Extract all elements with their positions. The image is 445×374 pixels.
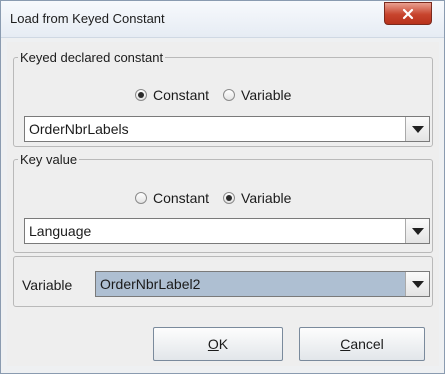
chevron-down-icon	[411, 280, 424, 288]
keyed-constant-dropdown-button[interactable]	[405, 117, 429, 141]
variable-combo-value: OrderNbrLabel2	[100, 276, 201, 292]
key-radio-row: Constant Variable	[135, 190, 305, 206]
ok-button-label: OK	[207, 336, 229, 352]
key-variable-radio-label[interactable]: Variable	[241, 190, 291, 206]
chevron-down-icon	[411, 227, 424, 235]
key-value-legend: Key value	[20, 152, 78, 167]
keyed-constant-radio[interactable]	[135, 89, 147, 101]
keyed-radio-row: Constant Variable	[135, 87, 305, 103]
window-title: Load from Keyed Constant	[10, 11, 165, 26]
variable-combo[interactable]: OrderNbrLabel2	[95, 271, 430, 297]
dialog-window: Load from Keyed Constant Keyed declared …	[0, 0, 445, 374]
keyed-variable-radio-label[interactable]: Variable	[241, 87, 291, 103]
variable-label: Variable	[22, 277, 73, 293]
key-variable-radio[interactable]	[223, 192, 236, 204]
key-value-combo-value: Language	[29, 223, 92, 239]
key-constant-radio[interactable]	[135, 192, 147, 204]
key-value-combo[interactable]: Language	[24, 218, 430, 244]
keyed-constant-combo[interactable]: OrderNbrLabels	[24, 116, 430, 142]
close-button[interactable]	[384, 2, 432, 25]
chevron-down-icon	[411, 125, 424, 133]
cancel-button-label: Cancel	[340, 336, 384, 352]
key-constant-radio-label[interactable]: Constant	[153, 190, 209, 206]
title-bar[interactable]: Load from Keyed Constant	[1, 1, 444, 38]
cancel-button[interactable]: Cancel	[299, 327, 425, 361]
keyed-constant-legend: Keyed declared constant	[20, 50, 164, 65]
close-icon	[402, 8, 414, 19]
ok-button[interactable]: OK	[153, 327, 283, 361]
keyed-variable-radio[interactable]	[223, 89, 236, 101]
keyed-constant-combo-value: OrderNbrLabels	[29, 121, 129, 137]
variable-dropdown-button[interactable]	[405, 272, 429, 296]
keyed-constant-radio-label[interactable]: Constant	[153, 87, 209, 103]
key-value-dropdown-button[interactable]	[405, 219, 429, 243]
dialog-body: Keyed declared constant Constant Variabl…	[7, 42, 439, 366]
